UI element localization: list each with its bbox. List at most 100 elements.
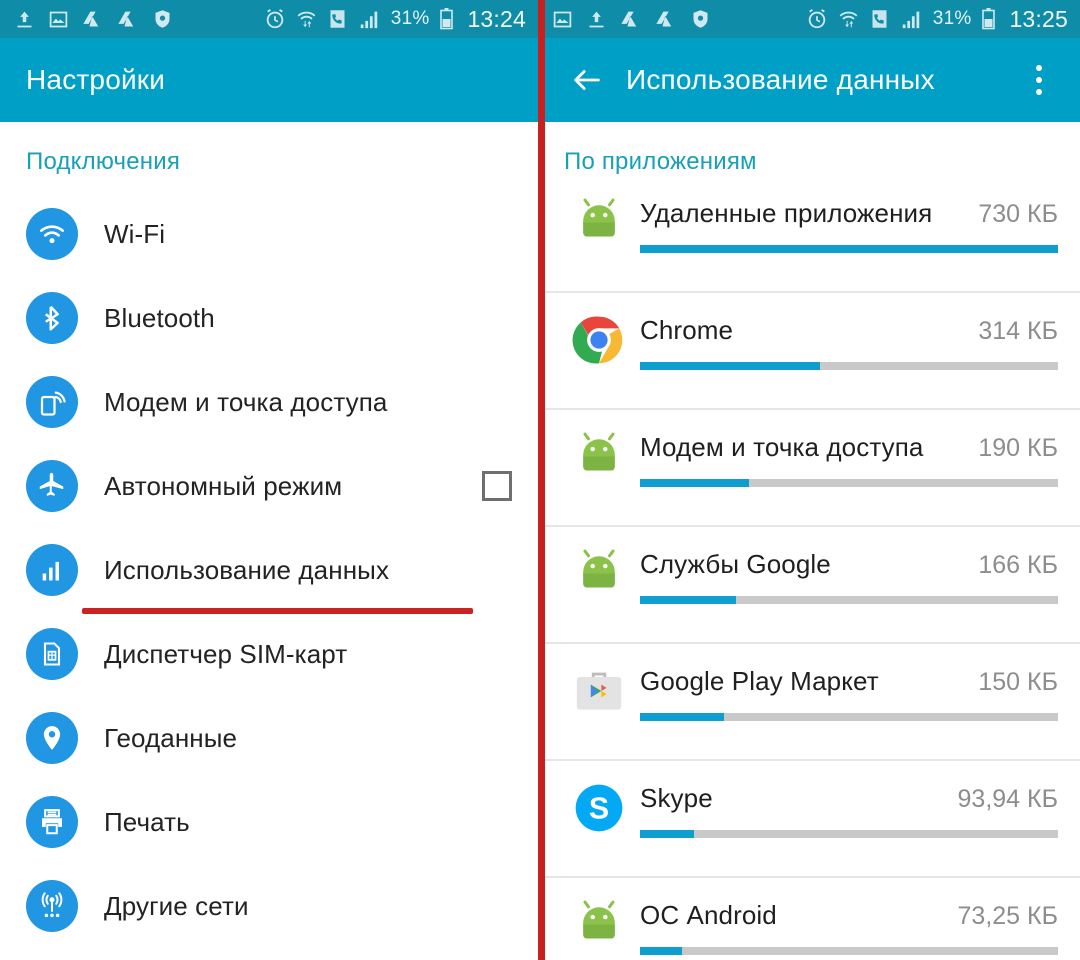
status-bar-system-icons: 31% 13:25 [806, 6, 1068, 33]
sidebar-item-label: Wi-Fi [104, 218, 166, 249]
android-robot-icon [568, 426, 630, 488]
sidebar-item-tethering[interactable]: Модем и точка доступа [0, 360, 538, 444]
usage-bar-track [640, 947, 1058, 955]
sidebar-item-sim-manager[interactable]: Диспетчер SIM-карт [0, 612, 538, 696]
right-status-bar: 31% 13:25 [538, 0, 1080, 38]
wifi-transfer-icon [295, 8, 318, 30]
wifi-icon [26, 208, 78, 260]
sidebar-item-label: Геоданные [104, 722, 238, 753]
status-bar-notification-icons [552, 8, 711, 30]
sidebar-item-label: Диспетчер SIM-карт [104, 638, 348, 669]
app-name: Google Play Маркет [640, 666, 879, 696]
usage-bar-track [640, 245, 1058, 253]
usage-bar-track [640, 479, 1058, 487]
app-data-size: 73,25 КБ [957, 902, 1058, 930]
sidebar-item-bluetooth[interactable]: Bluetooth [0, 276, 538, 360]
data-usage-app-bar: Использование данных [538, 38, 1080, 122]
signal-icon [899, 8, 923, 30]
table-row[interactable]: Chrome 314 КБ [538, 293, 1080, 410]
drive-icon [620, 9, 642, 30]
call-icon [327, 8, 348, 30]
overflow-dot [1036, 77, 1042, 83]
sidebar-item-label: Печать [104, 806, 190, 837]
back-arrow-icon[interactable] [564, 57, 610, 103]
app-name: Службы Google [640, 549, 831, 579]
status-bar-notification-icons [14, 8, 173, 30]
app-data-size: 190 КБ [978, 434, 1058, 462]
usage-bar-fill [640, 713, 724, 721]
sidebar-item-print[interactable]: Печать [0, 780, 538, 864]
app-name: Удаленные приложения [640, 198, 933, 228]
android-robot-icon [568, 543, 630, 605]
usage-bar-track [640, 362, 1058, 370]
data-usage-icon [26, 544, 78, 596]
alarm-icon [264, 8, 286, 30]
usage-bar-fill [640, 596, 737, 604]
bluetooth-icon [26, 292, 78, 344]
usage-bar-fill [640, 947, 682, 955]
sidebar-item-other-networks[interactable]: Другие сети [0, 864, 538, 948]
table-row[interactable]: S Skype 93,94 КБ [538, 761, 1080, 878]
battery-icon [439, 8, 454, 30]
battery-percent-label: 31% [390, 8, 430, 29]
overflow-dot [1036, 89, 1042, 95]
app-data-size: 730 КБ [978, 200, 1058, 228]
call-icon [869, 8, 890, 30]
sidebar-item-data-usage[interactable]: Использование данных [0, 528, 538, 614]
sidebar-item-airplane-mode[interactable]: Автономный режим [0, 444, 538, 528]
app-name: Chrome [640, 315, 734, 345]
signal-icon [357, 8, 381, 30]
antivirus-shield-icon [690, 8, 711, 30]
usage-bar-track [640, 713, 1058, 721]
app-data-size: 93,94 КБ [957, 785, 1058, 813]
battery-percent-label: 31% [932, 8, 972, 29]
play-store-icon [568, 660, 630, 722]
drive-icon [655, 9, 677, 30]
printer-icon [26, 796, 78, 848]
location-pin-icon [26, 712, 78, 764]
sidebar-item-location[interactable]: Геоданные [0, 696, 538, 780]
airplane-icon [26, 460, 78, 512]
wifi-transfer-icon [837, 8, 860, 30]
sidebar-item-label: Автономный режим [104, 470, 343, 501]
table-row[interactable]: Google Play Маркет 150 КБ [538, 644, 1080, 761]
android-robot-icon [568, 192, 630, 254]
chrome-icon [568, 309, 630, 371]
drive-icon [82, 9, 104, 30]
sidebar-item-wifi[interactable]: Wi-Fi [0, 192, 538, 276]
image-icon [552, 9, 573, 30]
usage-bar-fill [640, 245, 1058, 253]
table-row[interactable]: Службы Google 166 КБ [538, 527, 1080, 644]
drive-icon [117, 9, 139, 30]
sidebar-item-label: Другие сети [104, 890, 249, 921]
app-name: Skype [640, 783, 713, 813]
sidebar-item-label: Bluetooth [104, 302, 215, 333]
left-status-bar: 31% 13:24 [0, 0, 538, 38]
table-row[interactable]: Удаленные приложения 730 КБ [538, 176, 1080, 293]
screenshot-divider [538, 0, 545, 960]
app-data-usage-list: Удаленные приложения 730 КБ Chrome 314 К… [538, 176, 1080, 960]
upload-icon [14, 9, 35, 30]
clock-label: 13:24 [467, 5, 526, 32]
table-row[interactable]: Модем и точка доступа 190 КБ [538, 410, 1080, 527]
dual-screenshot-container: 31% 13:24 Настройки Подключения Wi-Fi Bl… [0, 0, 1080, 960]
usage-bar-fill [640, 362, 820, 370]
tethering-icon [26, 376, 78, 428]
settings-list: Wi-Fi Bluetooth Модем и точка доступа Ав… [0, 176, 538, 948]
svg-text:S: S [589, 793, 609, 826]
page-title: Настройки [26, 64, 166, 95]
section-header-connections: Подключения [26, 148, 181, 175]
sidebar-item-label: Модем и точка доступа [104, 386, 388, 417]
app-data-size: 166 КБ [978, 551, 1058, 579]
usage-bar-track [640, 830, 1058, 838]
airplane-mode-checkbox[interactable] [482, 471, 512, 501]
table-row[interactable]: ОС Android 73,25 КБ [538, 878, 1080, 960]
overflow-menu-icon[interactable] [1016, 54, 1062, 106]
upload-icon [586, 9, 607, 30]
usage-bar-fill [640, 830, 695, 838]
usage-bar-track [640, 596, 1058, 604]
sim-card-icon [26, 628, 78, 680]
usage-bar-fill [640, 479, 749, 487]
alarm-icon [806, 8, 828, 30]
app-name: Модем и точка доступа [640, 432, 924, 462]
